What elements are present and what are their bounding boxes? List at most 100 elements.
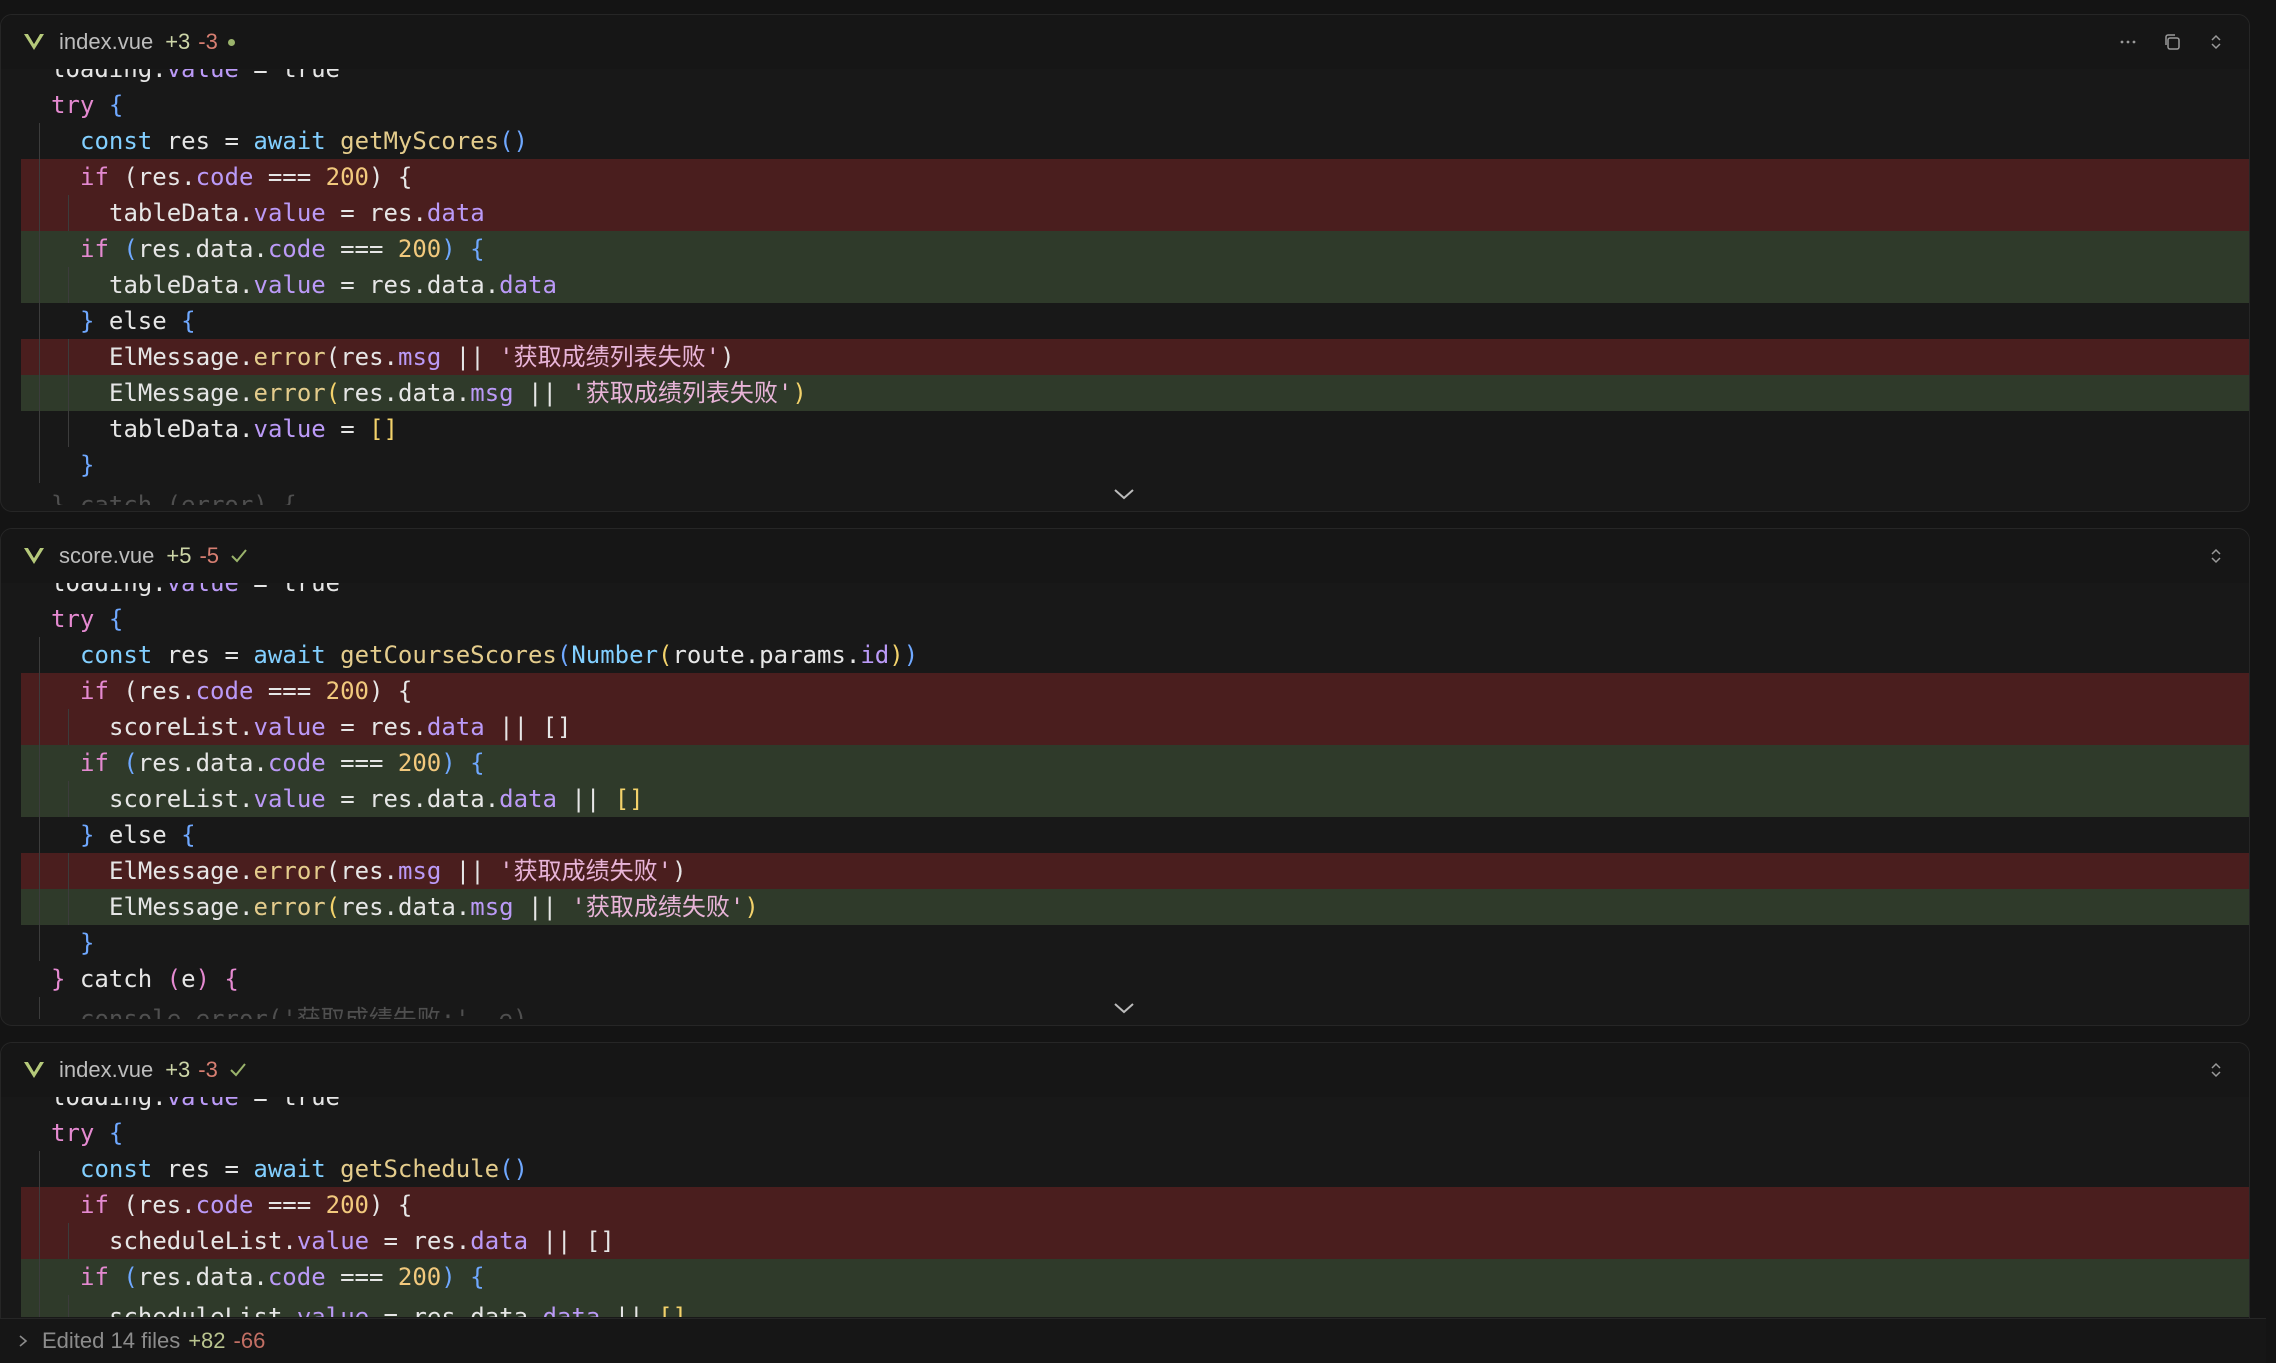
code-token: { [108,1119,124,1147]
code-line: if (res.data.code === 200) { [21,745,2249,781]
code-token: if [80,749,109,777]
expand-collapse-icon[interactable] [2207,1061,2225,1079]
code-token: code [195,1191,254,1219]
code-line: try { [21,601,2249,637]
file-name[interactable]: score.vue [59,543,154,569]
code-line: } catch (error) { [21,483,2249,505]
code-token: msg [470,379,514,407]
code-token: getSchedule [340,1155,500,1183]
code-token: if [80,163,109,191]
more-options-icon[interactable] [2119,33,2137,51]
code-token: = [210,641,254,669]
code-token: ) [889,641,904,669]
code-token: || [] [484,713,572,741]
code-line: if (res.code === 200) { [21,159,2249,195]
code-token: await [253,1155,341,1183]
code-token: ElMessage. [109,379,254,407]
diff-panel-header[interactable]: index.vue +3 -3 [1,1043,2249,1097]
code-token: value [166,1097,239,1111]
code-line: tableData.value = [] [21,411,2249,447]
code-line: if (res.code === 200) { [21,1187,2249,1223]
code-token: (res. [325,857,398,885]
code-line: } [21,447,2249,483]
code-token: loading. [51,583,167,597]
code-token: res [166,641,211,669]
code-line: try { [21,1115,2249,1151]
code-token: ElMessage. [109,893,254,921]
code-token: ) [720,343,735,371]
code-token: === [325,749,398,777]
code-token: else [94,307,182,335]
code-line: loading.value = true [21,1097,2249,1115]
file-name[interactable]: index.vue [59,29,153,55]
code-token: data [499,785,557,813]
code-token: ) { [369,1191,413,1219]
code-line: if (res.code === 200) { [21,673,2249,709]
code-token: || [556,785,615,813]
code-token: if [80,1191,109,1219]
vue-file-icon [24,34,44,50]
code-token: await [253,127,341,155]
code-token: ( [325,893,341,921]
code-token: error [253,857,326,885]
code-token: (res. [108,677,196,705]
code-token: id [860,641,890,669]
code-token: === [253,677,326,705]
code-token: scheduleList. [109,1227,297,1255]
diff-panel-header[interactable]: index.vue +3 -3 [1,15,2249,69]
diff-panel-header[interactable]: score.vue +5 -5 [1,529,2249,583]
expand-collapse-icon[interactable] [2207,547,2225,565]
code-line: const res = await getMyScores() [21,123,2249,159]
code-token: value [166,583,239,597]
code-token: = res. [369,1227,471,1255]
code-line: ElMessage.error(res.data.msg || '获取成绩失败'… [21,889,2249,925]
chevron-down-icon[interactable] [1113,1001,1135,1015]
code-token: () [499,1155,528,1183]
code-line: const res = await getCourseScores(Number… [21,637,2249,673]
code-token: { [181,821,196,849]
code-token: { [108,605,124,633]
edited-files-summary[interactable]: Edited 14 files +82 -66 [0,1318,2266,1363]
code-token: getMyScores [340,127,500,155]
code-token: else [94,821,182,849]
code-line: ElMessage.error(res.msg || '获取成绩列表失败') [21,339,2249,375]
expand-collapse-icon[interactable] [2207,33,2225,51]
deletions-count: -5 [199,543,220,568]
code-token: scoreList. [109,713,254,741]
code-token: = true [238,583,340,597]
code-token: value [253,785,326,813]
code-token: msg [470,893,514,921]
deletions-count: -3 [198,1057,218,1082]
code-token: res.data. [340,893,471,921]
code-token: code [267,1263,326,1291]
code-token: { [470,749,485,777]
code-line: scoreList.value = res.data || [] [21,709,2249,745]
code-token: || [600,1303,659,1317]
code-token: === [253,1191,326,1219]
code-token: = true [238,1097,340,1111]
copy-icon[interactable] [2163,33,2181,51]
chevron-down-icon[interactable] [1113,487,1135,501]
chevron-right-icon[interactable] [16,1334,30,1348]
diff-panel-3: index.vue +3 -3 loading.value = true try … [0,1042,2250,1343]
code-line: scheduleList.value = res.data || [] [21,1223,2249,1259]
code-token: value [253,713,326,741]
code-token: const [80,641,167,669]
edited-files-label: Edited 14 files [42,1328,181,1353]
diff-code-block: loading.value = true try {const res = awa… [1,1097,2249,1343]
code-line: tableData.value = res.data [21,195,2249,231]
code-token: || [441,857,500,885]
code-token: res.data. [137,235,268,263]
code-token: res [166,127,211,155]
code-token: '获取成绩失败' [499,857,673,885]
code-token: } catch (error) { [51,491,297,505]
code-token: value [166,69,239,83]
code-token: ) [195,965,210,993]
code-token: try [51,605,95,633]
file-name[interactable]: index.vue [59,1057,153,1083]
code-token: e [181,965,196,993]
code-token: msg [398,343,442,371]
